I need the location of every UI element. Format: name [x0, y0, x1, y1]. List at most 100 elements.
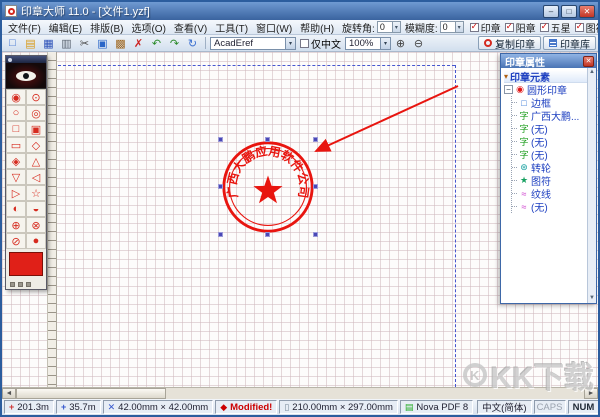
checkbox-icon[interactable] [470, 23, 479, 32]
palette-shape-button[interactable]: ◎ [26, 105, 46, 121]
selection-handle[interactable] [218, 232, 223, 237]
window-title: 印章大师 11.0 - [文件1.yzf] [21, 3, 541, 19]
checkbox-icon[interactable] [575, 23, 584, 32]
scroll-down-icon[interactable]: ▼ [589, 294, 595, 303]
palette-shape-button[interactable]: ▽ [6, 169, 26, 185]
font-combobox[interactable]: AcadEref ▾ [210, 37, 296, 50]
tree-item[interactable]: ≈ 纹线 [512, 187, 587, 200]
new-file-icon[interactable]: □ [4, 36, 21, 51]
selection-handle[interactable] [313, 137, 318, 142]
spinner-arrow-icon[interactable]: ▾ [455, 22, 463, 32]
properties-panel-titlebar[interactable]: 印章属性 ✕ [501, 54, 596, 68]
checkbox-icon[interactable] [300, 39, 309, 48]
palette-shape-button[interactable]: ☆ [26, 185, 46, 201]
selection-handle[interactable] [265, 137, 270, 142]
checkbox-icon[interactable] [540, 23, 549, 32]
tree-item[interactable]: 字 (无) [512, 135, 587, 148]
palette-shape-button[interactable]: ◇ [26, 137, 46, 153]
blur-input[interactable]: 0 ▾ [440, 21, 464, 33]
open-file-icon[interactable]: ▤ [22, 36, 39, 51]
cut-icon[interactable]: ✂ [76, 36, 93, 51]
copy-seal-button[interactable]: 复制印章 [478, 36, 541, 50]
menu-item[interactable]: 查看(V) [170, 24, 211, 35]
palette-shape-button[interactable]: ⊙ [26, 89, 46, 105]
horizontal-scrollbar[interactable]: ◄ ► [2, 387, 598, 399]
refresh-icon[interactable]: ↻ [184, 36, 201, 51]
minimize-button[interactable]: – [543, 5, 559, 18]
palette-footer-icon[interactable] [26, 282, 31, 287]
option-checkbox[interactable]: 印章 [470, 20, 501, 35]
print-icon[interactable]: ▥ [58, 36, 75, 51]
selection-handle[interactable] [218, 137, 223, 142]
palette-shape-button[interactable]: ◈ [6, 153, 26, 169]
palette-shape-button[interactable]: △ [26, 153, 46, 169]
scroll-up-icon[interactable]: ▲ [589, 68, 595, 77]
palette-shape-button[interactable]: ● [26, 233, 46, 249]
tree-item[interactable]: 字 广西大鹏... [512, 109, 587, 122]
palette-footer-icon[interactable] [10, 282, 15, 287]
palette-footer-icon[interactable] [18, 282, 23, 287]
shape-icon: ▽ [12, 171, 20, 184]
option-checkbox[interactable]: 五星 [540, 20, 571, 35]
color-swatch-red[interactable] [9, 252, 43, 276]
option-checkbox[interactable]: 图符 [575, 20, 598, 35]
menu-item[interactable]: 帮助(H) [296, 24, 338, 35]
palette-shape-button[interactable]: □ [6, 121, 26, 137]
palette-shape-button[interactable]: ⊗ [26, 217, 46, 233]
zoom-combobox[interactable]: 100% ▾ [345, 37, 391, 50]
palette-shape-button[interactable]: ○ [6, 105, 26, 121]
palette-shape-button[interactable]: ⊘ [6, 233, 26, 249]
seal-properties-panel: 印章属性 ✕ ▾ 印章元素 − ◉ 圆形印章 [500, 53, 597, 304]
scrollbar-thumb[interactable] [16, 388, 166, 399]
palette-titlebar[interactable] [6, 56, 46, 63]
palette-shape-button[interactable]: ⊕ [6, 217, 26, 233]
collapse-icon[interactable]: − [504, 85, 513, 94]
spinner-arrow-icon[interactable]: ▾ [392, 22, 400, 32]
seal-size-indicator: ✕ 42.00mm × 42.00mm [103, 400, 214, 414]
scroll-left-icon[interactable]: ◄ [2, 388, 16, 399]
menu-item[interactable]: 编辑(E) [45, 24, 86, 35]
tree-connector [512, 115, 517, 116]
close-icon[interactable]: ✕ [583, 56, 594, 67]
tree-item[interactable]: 字 (无) [512, 122, 587, 135]
checkbox-icon[interactable] [505, 23, 514, 32]
menu-item[interactable]: 选项(O) [127, 24, 169, 35]
palette-shape-button[interactable]: ◁ [26, 169, 46, 185]
selection-handle[interactable] [313, 232, 318, 237]
element-type-icon: 字 [519, 122, 529, 135]
palette-shape-button[interactable]: ◉ [6, 89, 26, 105]
palette-shape-button[interactable]: ▷ [6, 185, 26, 201]
chevron-down-icon[interactable]: ▾ [285, 38, 295, 49]
copy-icon[interactable]: ▣ [94, 36, 111, 51]
rotate-angle-input[interactable]: 0 ▾ [377, 21, 401, 33]
zoom-in-icon[interactable]: ⊕ [392, 36, 409, 51]
seal-library-button[interactable]: 印章库 [543, 36, 596, 50]
palette-shape-button[interactable]: ◐ [6, 201, 26, 217]
redo-icon[interactable]: ↷ [166, 36, 183, 51]
palette-shape-button[interactable]: ▭ [6, 137, 26, 153]
menu-item[interactable]: 排版(B) [86, 24, 127, 35]
paste-icon[interactable]: ▩ [112, 36, 129, 51]
maximize-button[interactable]: □ [561, 5, 577, 18]
undo-icon[interactable]: ↶ [148, 36, 165, 51]
seal-object[interactable]: 广西大鹏应用软件公司 [220, 139, 316, 235]
menu-item[interactable]: 窗口(W) [252, 24, 296, 35]
delete-icon[interactable]: ✗ [130, 36, 147, 51]
palette-shape-button[interactable]: ◒ [26, 201, 46, 217]
element-type-icon: ⊛ [519, 162, 529, 173]
selection-handle[interactable] [218, 184, 223, 189]
close-button[interactable]: ✕ [579, 5, 595, 18]
zoom-out-icon[interactable]: ⊖ [410, 36, 427, 51]
menu-item[interactable]: 工具(T) [211, 24, 252, 35]
selection-handle[interactable] [313, 184, 318, 189]
palette-shape-button[interactable]: ▣ [26, 121, 46, 137]
save-icon[interactable]: ▦ [40, 36, 57, 51]
menu-item[interactable]: 文件(F) [4, 24, 45, 35]
chevron-down-icon[interactable]: ▾ [380, 38, 390, 49]
tree-item[interactable]: ≈ (无) [512, 200, 587, 213]
only-chinese-checkbox[interactable]: 仅中文 [300, 36, 341, 51]
option-checkbox[interactable]: 阳章 [505, 20, 536, 35]
selection-handle[interactable] [265, 232, 270, 237]
panel-scrollbar[interactable]: ▲ ▼ [587, 68, 596, 303]
scroll-right-icon[interactable]: ► [584, 388, 598, 399]
